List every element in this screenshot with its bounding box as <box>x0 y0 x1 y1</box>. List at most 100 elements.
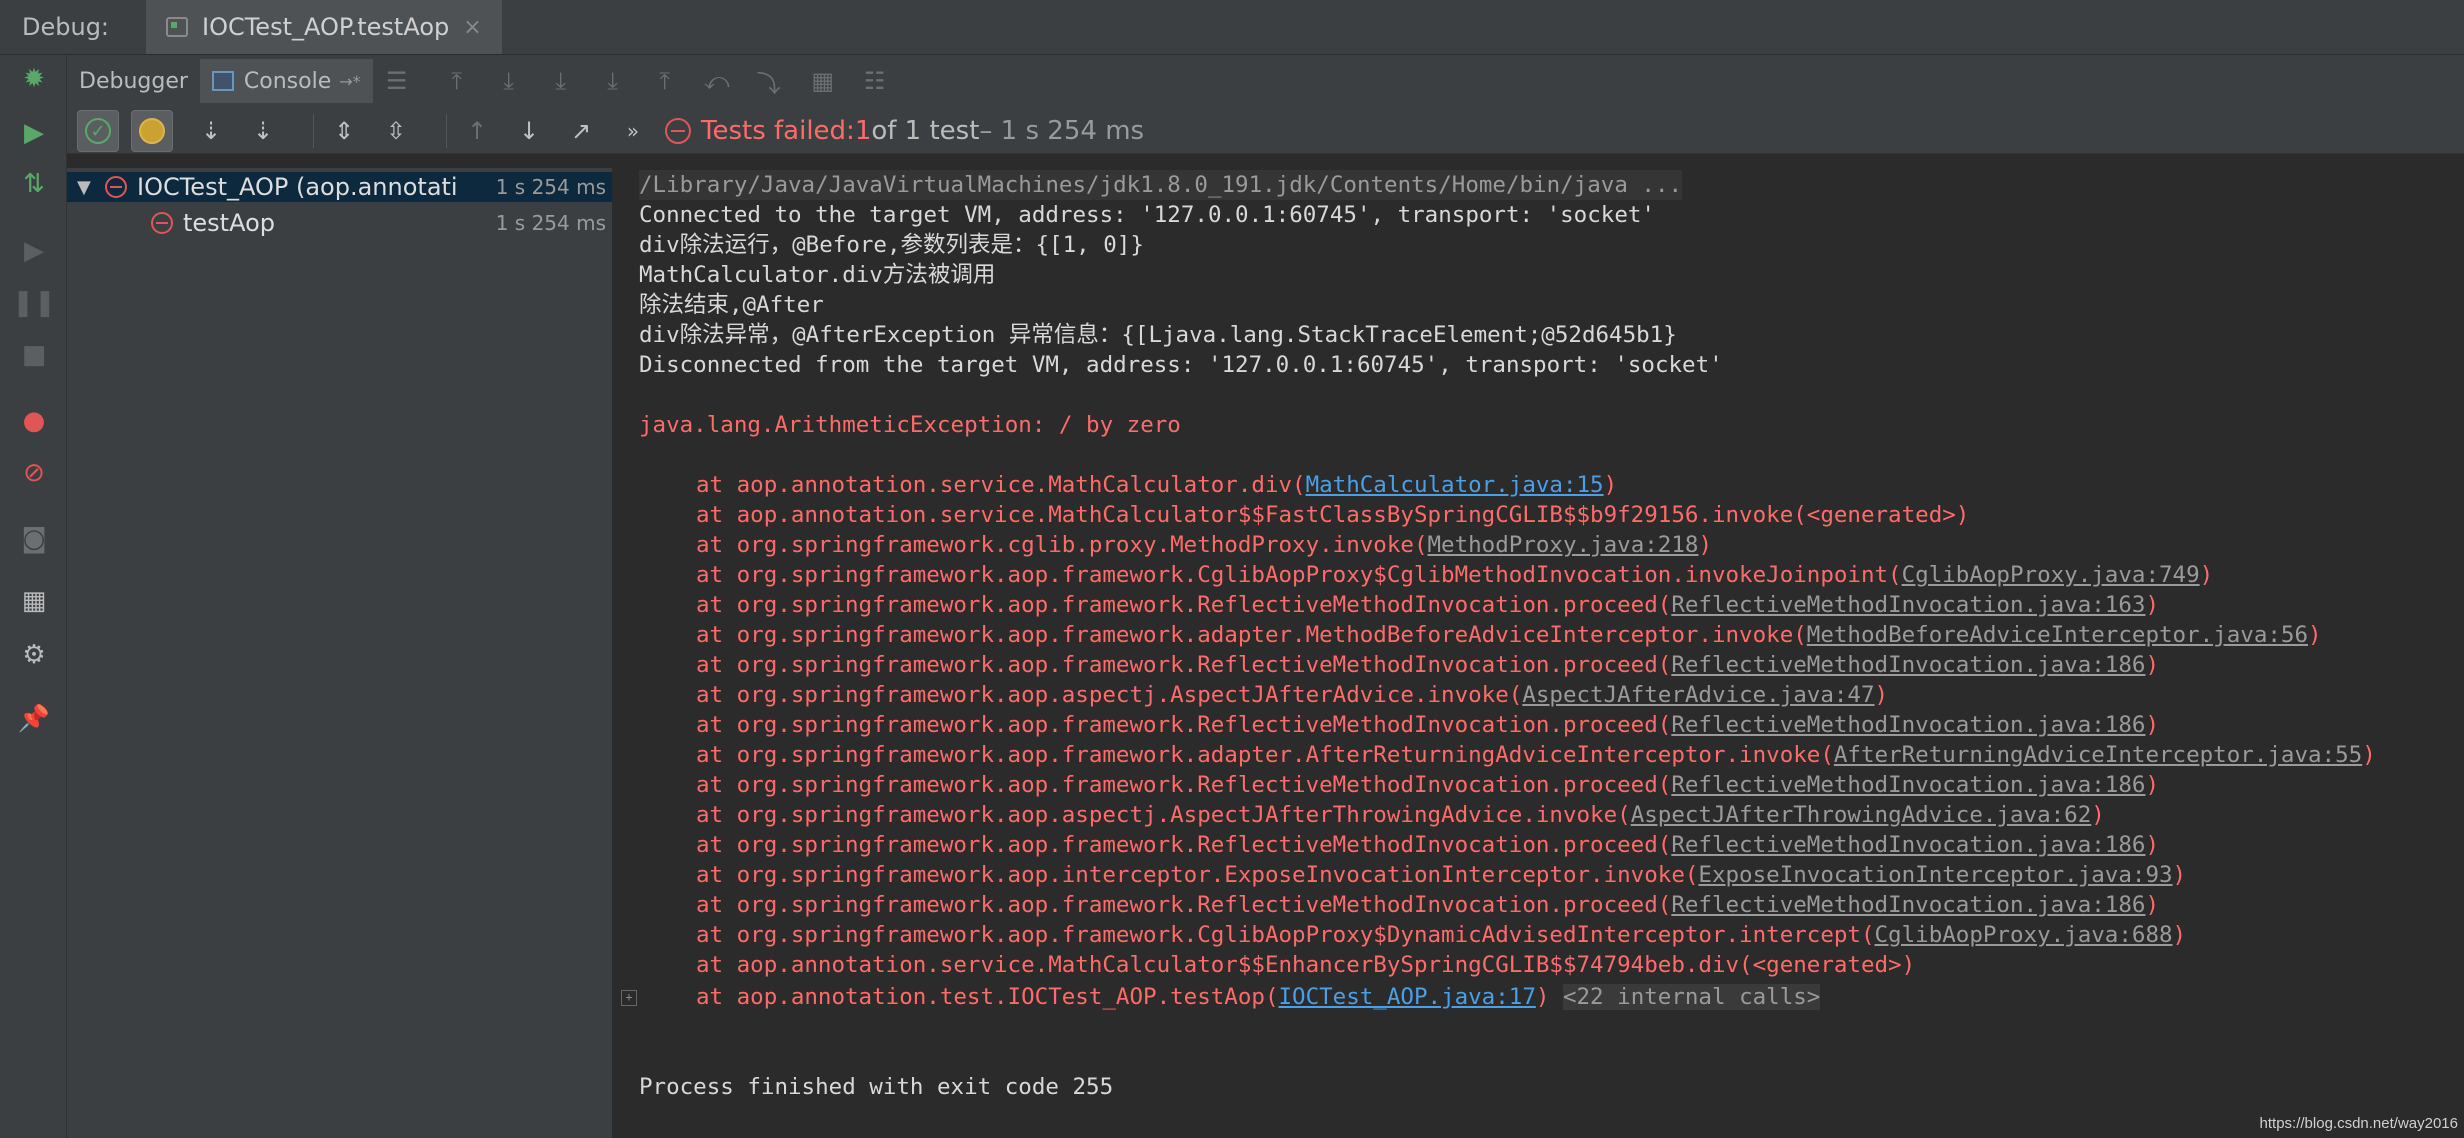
tab-console[interactable]: Console →* <box>199 59 373 103</box>
status-duration: – 1 s 254 ms <box>979 116 1145 146</box>
toggle-auto-test-icon[interactable]: ⇅ <box>18 168 50 200</box>
chevron-down-icon[interactable]: ▼ <box>77 177 99 198</box>
stack-frame: at org.springframework.aop.framework.Cgl… <box>696 920 2186 950</box>
step-over-icon[interactable]: ⤓ <box>493 65 525 97</box>
next-failed-icon[interactable]: ↓ <box>513 115 545 147</box>
gear-icon[interactable]: ⚙ <box>18 639 50 671</box>
stack-frame: at org.springframework.aop.framework.Ref… <box>696 830 2159 860</box>
stack-frame-text: at org.springframework.aop.aspectj.Aspec… <box>696 802 1631 828</box>
stack-frame-link[interactable]: ReflectiveMethodInvocation.java:186 <box>1671 892 2145 918</box>
run-to-cursor-icon[interactable]: ⤵ <box>753 65 785 98</box>
status-of-total: of 1 test <box>871 116 980 146</box>
tab-debugger[interactable]: Debugger <box>67 59 200 103</box>
drop-frame-icon[interactable]: ⤺ <box>701 65 733 97</box>
stack-frame-text: at org.springframework.aop.framework.ada… <box>696 742 1834 768</box>
tree-root-name: IOCTest_AOP (aop.annotati <box>137 173 458 201</box>
tree-root-item[interactable]: ▼ IOCTest_AOP (aop.annotati 1 s 254 ms <box>67 172 612 202</box>
show-ignored-toggle[interactable] <box>131 110 173 152</box>
stack-frame-link[interactable]: AspectJAfterAdvice.java:47 <box>1522 682 1874 708</box>
stack-frame-link[interactable]: CglibAopProxy.java:688 <box>1875 922 2173 948</box>
test-status: Tests failed: 1 of 1 test – 1 s 254 ms <box>665 116 1144 146</box>
stack-frame: at org.springframework.aop.interceptor.E… <box>696 860 2186 890</box>
stack-frame-close: ) <box>2362 742 2376 768</box>
stack-frame-text: at org.springframework.aop.framework.Ref… <box>696 712 1672 738</box>
export-icon[interactable]: ↗ <box>565 115 597 147</box>
stack-frame: at org.springframework.cglib.proxy.Metho… <box>696 530 1712 560</box>
stack-frame-link[interactable]: ExposeInvocationInterceptor.java:93 <box>1698 862 2172 888</box>
stack-frame-link[interactable]: CglibAopProxy.java:749 <box>1902 562 2200 588</box>
stack-frame: at aop.annotation.service.MathCalculator… <box>696 500 1969 530</box>
debug-toolbar: Debugger Console →* ☰ ⤒ ⤓ ⤓ ⤓ ⤒ ⤺ ⤵ ▦ ☷ … <box>67 55 2464 154</box>
resume-icon[interactable]: ▶ <box>18 235 50 267</box>
status-failed-prefix: Tests failed: <box>701 116 855 146</box>
sort-duration-icon[interactable]: ⇣ <box>247 115 279 147</box>
stack-frame-link[interactable]: IOCTest_AOP.java:17 <box>1278 984 1535 1010</box>
layout-icon[interactable]: ▦ <box>18 585 50 617</box>
stack-frame-close: ) <box>2308 622 2322 648</box>
ignored-icon <box>139 118 165 144</box>
console-line: MathCalculator.div方法被调用 <box>639 262 996 288</box>
exit-line: Process finished with exit code 255 <box>639 1074 1114 1100</box>
stack-frame: at org.springframework.aop.framework.Ref… <box>696 890 2159 920</box>
view-breakpoints-icon[interactable]: ● <box>18 405 50 437</box>
pin-icon[interactable]: 📌 <box>18 703 50 735</box>
debug-title-bar: Debug: IOCTest_AOP.testAop × <box>0 0 2464 55</box>
stack-frame: at aop.annotation.service.MathCalculator… <box>696 950 1915 980</box>
console-icon <box>211 71 234 91</box>
previous-failed-icon[interactable]: ↑ <box>461 115 493 147</box>
stack-frame-close: ) <box>2145 832 2159 858</box>
sort-alpha-icon[interactable]: ⇣ <box>195 115 227 147</box>
console-output[interactable]: /Library/Java/JavaVirtualMachines/jdk1.8… <box>613 168 2464 1138</box>
stack-frame-close: ) <box>2145 592 2159 618</box>
step-out-icon[interactable]: ⤒ <box>649 65 681 97</box>
console-line: div除法异常，@AfterException 异常信息：{[Ljava.lan… <box>639 322 1677 348</box>
run-config-tab-label: IOCTest_AOP.testAop <box>202 13 450 41</box>
evaluate-expression-icon[interactable]: ▦ <box>807 65 839 97</box>
menu-lines-icon[interactable]: ☰ <box>381 65 413 97</box>
stack-frame-link[interactable]: ReflectiveMethodInvocation.java:186 <box>1671 772 2145 798</box>
pause-icon[interactable]: ❚❚ <box>12 287 56 319</box>
show-passed-toggle[interactable]: ✓ <box>77 110 119 152</box>
stack-frame-text: at org.springframework.cglib.proxy.Metho… <box>696 532 1428 558</box>
overflow-chevron-icon[interactable]: » <box>617 115 649 147</box>
stop-icon[interactable]: ■ <box>18 339 50 371</box>
stack-frame-close: ) <box>1603 472 1618 498</box>
stack-frame-close: ) <box>1698 532 1712 558</box>
stack-frame-close: ) <box>2199 562 2214 588</box>
step-into-icon[interactable]: ⤓ <box>545 65 577 97</box>
toolbar-separator <box>446 114 447 148</box>
stack-frame-link[interactable]: MathCalculator.java:15 <box>1306 472 1604 498</box>
expand-all-icon[interactable]: ⇕ <box>328 115 360 147</box>
show-execution-point-icon[interactable]: ⤒ <box>441 65 473 97</box>
stack-frame-link[interactable]: AfterReturningAdviceInterceptor.java:55 <box>1834 742 2362 768</box>
console-command[interactable]: /Library/Java/JavaVirtualMachines/jdk1.8… <box>639 170 1683 200</box>
stack-frame-link[interactable]: MethodProxy.java:218 <box>1428 532 1699 558</box>
stack-frame-text: at org.springframework.aop.framework.Ref… <box>696 772 1672 798</box>
stack-frame-link[interactable]: ReflectiveMethodInvocation.java:186 <box>1671 712 2145 738</box>
mute-breakpoints-icon[interactable]: ⊘ <box>18 457 50 489</box>
stack-frame-link[interactable]: AspectJAfterThrowingAdvice.java:62 <box>1631 802 2092 828</box>
stack-frame-link[interactable]: ReflectiveMethodInvocation.java:186 <box>1671 832 2145 858</box>
run-config-tab[interactable]: IOCTest_AOP.testAop × <box>146 0 502 54</box>
tree-child-item[interactable]: testAop 1 s 254 ms <box>67 208 612 238</box>
stack-frame-text: at org.springframework.aop.framework.Ref… <box>696 652 1672 678</box>
fail-icon <box>105 176 127 198</box>
stack-frame-text: at org.springframework.aop.aspectj.Aspec… <box>696 682 1523 708</box>
stack-frame-text: at aop.annotation.service.MathCalculator… <box>696 502 1970 528</box>
fold-toggle-icon[interactable]: + <box>621 990 637 1006</box>
internal-calls-fold[interactable]: <22 internal calls> <box>1562 984 1821 1010</box>
close-icon[interactable]: × <box>463 15 481 40</box>
debug-bug-icon[interactable]: ✹ <box>18 63 50 95</box>
force-step-into-icon[interactable]: ⤓ <box>597 65 629 97</box>
stack-frame-link[interactable]: ReflectiveMethodInvocation.java:163 <box>1671 592 2145 618</box>
collapse-all-icon[interactable]: ⇳ <box>380 115 412 147</box>
rerun-failed-icon[interactable]: ▶ <box>18 117 50 149</box>
stack-frame-link[interactable]: MethodBeforeAdviceInterceptor.java:56 <box>1807 622 2308 648</box>
stack-frame-text: at org.springframework.aop.framework.Ref… <box>696 892 1672 918</box>
stack-frame: at org.springframework.aop.aspectj.Aspec… <box>696 680 1888 710</box>
camera-icon[interactable]: ◙ <box>18 523 50 555</box>
exception-line: java.lang.ArithmeticException: / by zero <box>639 412 1181 438</box>
trace-icon[interactable]: ☷ <box>859 65 891 97</box>
stack-frame: at aop.annotation.test.IOCTest_AOP.testA… <box>696 982 1821 1012</box>
stack-frame-link[interactable]: ReflectiveMethodInvocation.java:186 <box>1671 652 2145 678</box>
